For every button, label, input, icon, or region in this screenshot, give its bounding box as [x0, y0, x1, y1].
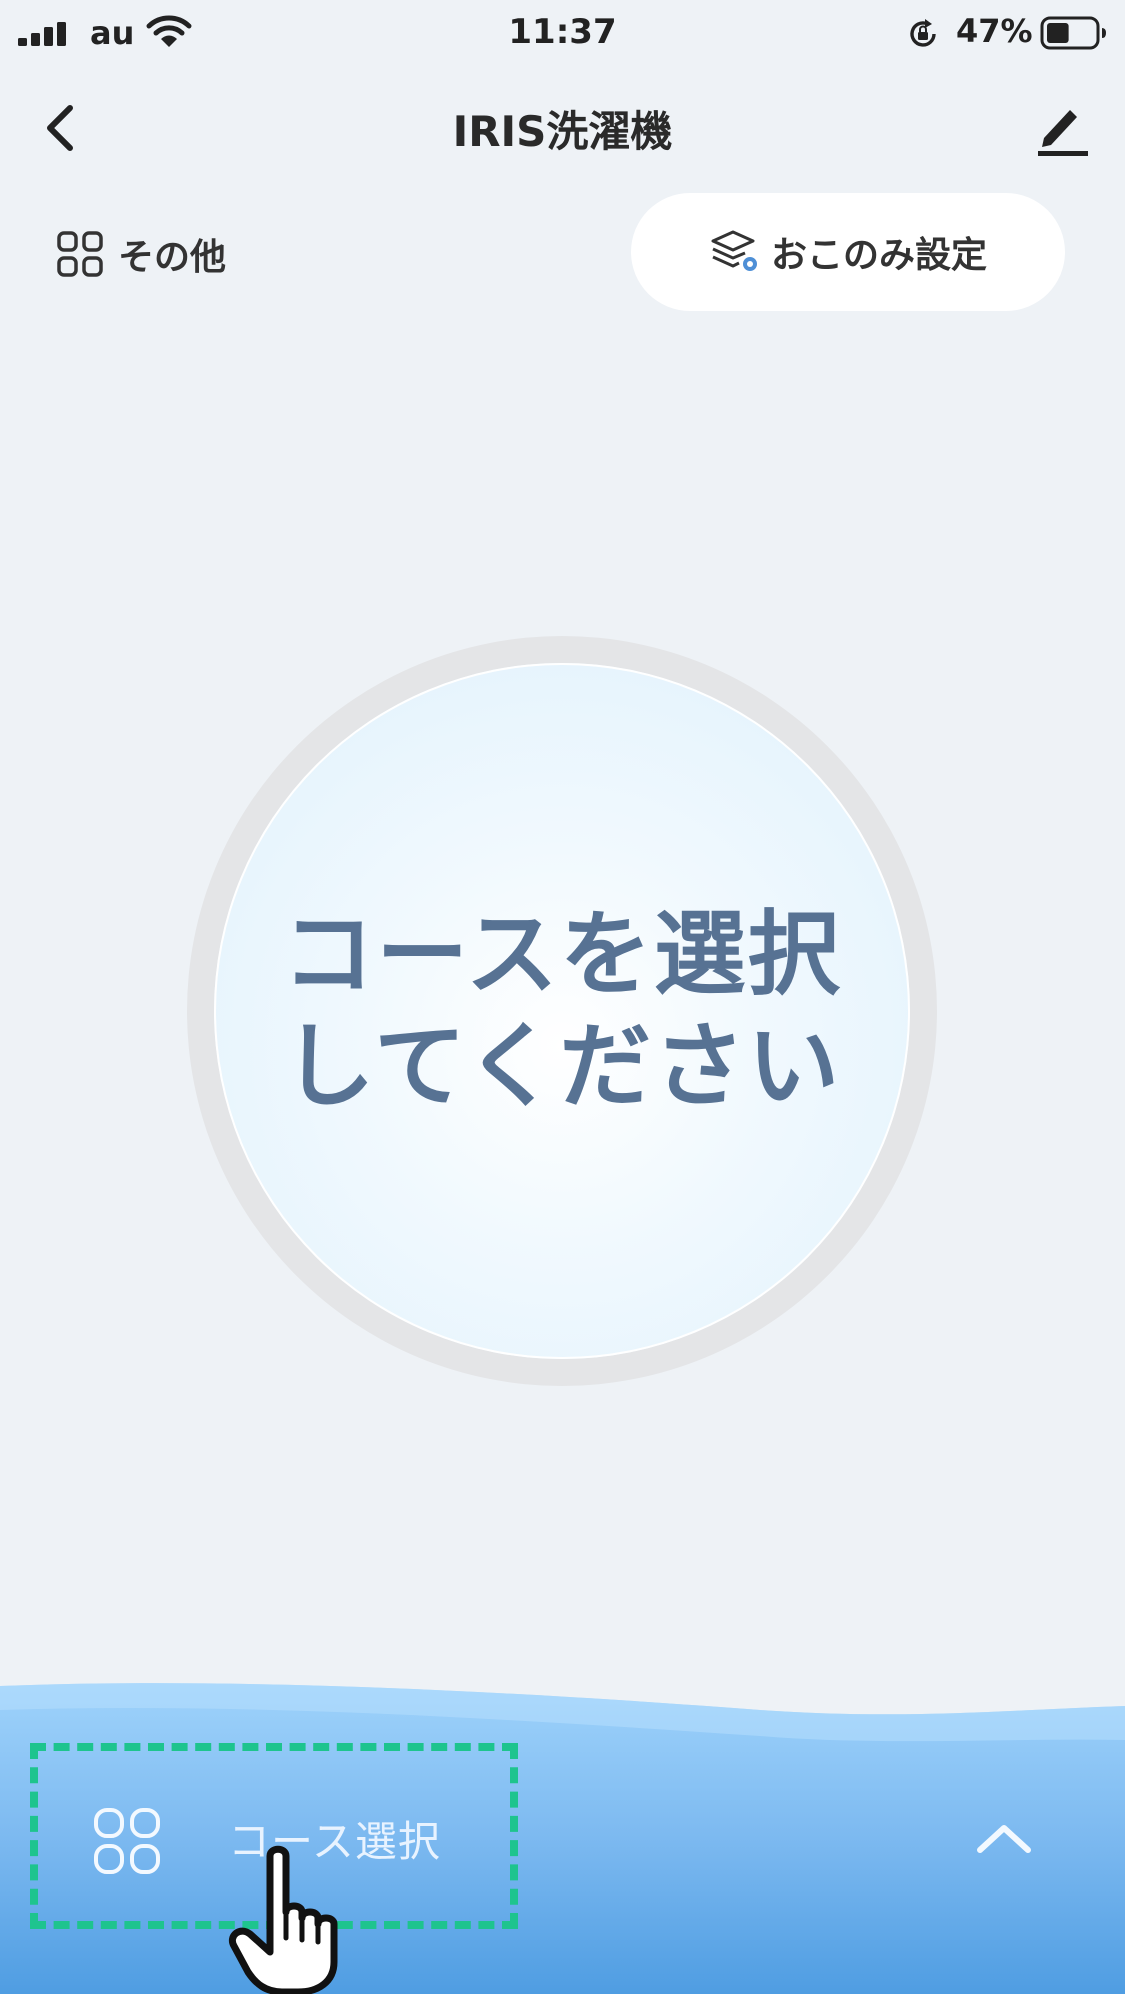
battery-icon: [1040, 16, 1106, 50]
pointing-hand-icon: [229, 1845, 338, 1994]
battery-percent: 47%: [956, 12, 1033, 50]
preset-label: おこのみ設定: [770, 235, 987, 276]
chevron-up-icon: [977, 1825, 1031, 1853]
other-menu-button[interactable]: その他: [56, 222, 226, 286]
dial-prompt-line-2: してください: [282, 1013, 842, 1120]
battery-level-fill: [1047, 23, 1069, 43]
dial-prompt-line-1: コースを選択: [282, 901, 842, 1008]
expand-panel-button[interactable]: [972, 1818, 1036, 1858]
dial-prompt: コースを選択 してください: [214, 663, 910, 1359]
grid-icon: [57, 231, 103, 277]
other-label: その他: [118, 237, 227, 278]
layers-icon: [711, 230, 759, 273]
pencil-icon: [1038, 110, 1088, 156]
preset-settings-button[interactable]: おこのみ設定: [631, 193, 1065, 311]
grid-icon: [94, 1808, 160, 1874]
page-title: IRIS洗濯機: [452, 107, 673, 156]
rotation-lock-icon: [910, 19, 936, 47]
edit-button[interactable]: [1030, 96, 1094, 160]
status-bar: au 11:37 47%: [0, 0, 1125, 66]
